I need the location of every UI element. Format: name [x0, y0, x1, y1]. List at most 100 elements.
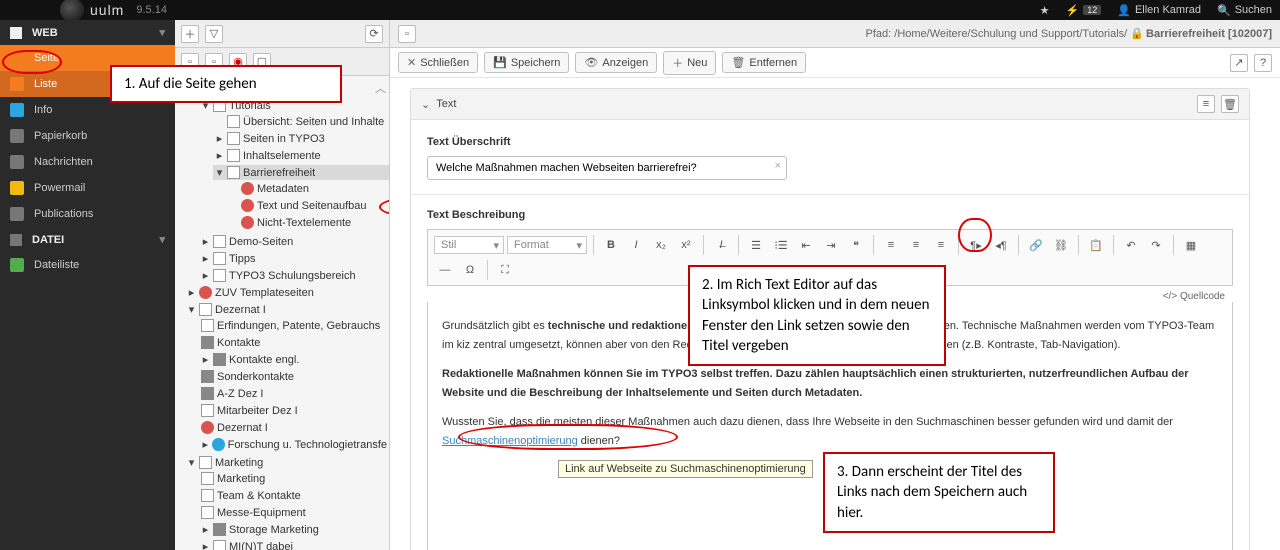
module-group-file[interactable]: DATEI ▾ [0, 227, 175, 252]
hidden-page-icon [241, 182, 254, 195]
list-unordered-icon[interactable]: ⁝☰ [770, 234, 792, 256]
ce-header[interactable]: ⌄ Text ≡ 🗑 [411, 89, 1249, 120]
superscript-icon[interactable]: x² [675, 234, 697, 256]
tree-node[interactable]: Kontakte [199, 335, 389, 350]
rte-paragraph[interactable]: Wussten Sie, dass die meisten dieser Maß… [442, 412, 1218, 450]
new-page-button[interactable]: ＋ [181, 25, 199, 43]
ce-toggle-icon[interactable]: ≡ [1197, 95, 1215, 113]
tree-node[interactable]: Erfindungen, Patente, Gebrauchs [199, 318, 389, 333]
tree-node[interactable]: Sonderkontakte [199, 369, 389, 384]
redo-icon[interactable]: ↷ [1145, 234, 1167, 256]
tree-node[interactable]: Marketing [199, 471, 389, 486]
tree-node[interactable]: A-Z Dez I [199, 386, 389, 401]
page-icon [213, 235, 226, 248]
ce-delete-icon[interactable]: 🗑 [1221, 95, 1239, 113]
help-button[interactable]: ? [1254, 54, 1272, 72]
tree-node[interactable]: ▸Inhaltselemente [213, 148, 389, 163]
tree-node[interactable]: ▸Storage Marketing [199, 522, 389, 537]
tree-node[interactable]: ▸TYPO3 Schulungsbereich [199, 268, 389, 283]
align-right-icon[interactable]: ≡ [930, 234, 952, 256]
tree-node[interactable]: ▸MI(N)T dabei [199, 539, 389, 550]
unlink-icon[interactable]: ⛓ [1050, 234, 1072, 256]
page-icon [10, 51, 24, 65]
tree-node[interactable]: Nicht-Textelemente [227, 215, 389, 230]
action-bar: ✕Schließen 💾 Speichern 👁Anzeigen ＋Neu 🗑En… [390, 48, 1280, 78]
sidebar-item-powermail[interactable]: Powermail [0, 175, 175, 201]
tree-node[interactable]: Mitarbeiter Dez I [199, 403, 389, 418]
tree-node[interactable]: Dezernat I [199, 420, 389, 435]
view-button[interactable]: 👁Anzeigen [575, 52, 657, 73]
maximize-icon[interactable]: ⛶ [494, 259, 516, 281]
save-icon: 💾 [493, 56, 507, 69]
page-tree[interactable]: ︿ ▸Support ▾Tutorials Übersicht: Seiten … [175, 76, 389, 550]
callout-1: 1. Auf die Seite gehen [110, 65, 342, 103]
page-id: [102007] [1228, 28, 1272, 40]
btn-label: Speichern [511, 57, 561, 69]
folder-icon [201, 370, 214, 383]
sidebar-item-news[interactable]: Nachrichten [0, 149, 175, 175]
sidebar-item-publications[interactable]: Publications [0, 201, 175, 227]
tree-node[interactable]: ▸Demo-Seiten [199, 234, 389, 249]
delete-button[interactable]: 🗑Entfernen [722, 52, 806, 73]
dochead-btn[interactable]: ▫ [398, 25, 416, 43]
sidebar-item-recycler[interactable]: Papierkorb [0, 123, 175, 149]
remove-format-icon[interactable]: I̶ [710, 234, 732, 256]
module-group-web[interactable]: WEB ▾ [0, 20, 175, 45]
paste-icon[interactable]: 📋 [1085, 234, 1107, 256]
bookmark-icon[interactable]: ★ [1040, 4, 1050, 17]
tree-node[interactable]: ▸Kontakte engl. [199, 352, 389, 367]
outdent-icon[interactable]: ⇤ [795, 234, 817, 256]
scroll-up-icon[interactable]: ︿ [375, 80, 386, 96]
subscript-icon[interactable]: x₂ [650, 234, 672, 256]
rte-paragraph[interactable]: Redaktionelle Maßnahmen können Sie im TY… [442, 364, 1218, 402]
share-button[interactable]: ↗ [1230, 54, 1248, 72]
table-icon[interactable]: ▦ [1180, 234, 1202, 256]
tree-label: Sonderkontakte [217, 371, 294, 383]
source-button[interactable]: Quellcode [1163, 291, 1225, 302]
tree-node[interactable]: Team & Kontakte [199, 488, 389, 503]
headline-input[interactable] [427, 156, 787, 180]
close-button[interactable]: ✕Schließen [398, 52, 478, 73]
save-button[interactable]: 💾 Speichern [484, 52, 569, 73]
undo-icon[interactable]: ↶ [1120, 234, 1142, 256]
align-center-icon[interactable]: ≡ [905, 234, 927, 256]
blockquote-icon[interactable]: ❝ [845, 234, 867, 256]
sidebar-item-label: Info [34, 104, 52, 116]
tree-node-selected[interactable]: ▾Barrierefreiheit [213, 165, 389, 180]
new-button[interactable]: ＋Neu [663, 51, 716, 75]
hr-icon[interactable]: — [434, 259, 456, 281]
search-icon[interactable]: 🔍 Suchen [1217, 4, 1272, 17]
tree-node[interactable]: Metadaten [227, 181, 389, 196]
notifications-icon[interactable]: ⚡12 [1066, 4, 1102, 17]
italic-icon[interactable]: I [625, 234, 647, 256]
rte-format-select[interactable]: Format [507, 236, 587, 254]
rte-link[interactable]: Suchmaschinenoptimierung [442, 435, 578, 447]
bold-icon[interactable]: B [600, 234, 622, 256]
ltr-icon[interactable]: ¶▸ [965, 234, 987, 256]
rte-style-select[interactable]: Stil [434, 236, 504, 254]
page-icon [199, 303, 212, 316]
rtl-icon[interactable]: ◂¶ [990, 234, 1012, 256]
link-tooltip: Link auf Webseite zu Suchmaschinenoptimi… [558, 460, 813, 478]
specialchar-icon[interactable]: Ω [459, 259, 481, 281]
link-icon[interactable]: 🔗 [1025, 234, 1047, 256]
tree-node[interactable]: ▾Dezernat I [185, 302, 389, 317]
tree-node[interactable]: ▸ZUV Templateseiten [185, 285, 389, 300]
user-menu[interactable]: 👤 Ellen Kamrad [1117, 4, 1201, 17]
filter-button[interactable]: ▽ [205, 25, 223, 43]
list-ordered-icon[interactable]: ☰ [745, 234, 767, 256]
tree-node[interactable]: Übersicht: Seiten und Inhalte [213, 114, 389, 129]
tree-node[interactable]: ▾Marketing [185, 455, 389, 470]
tree-node[interactable]: Messe-Equipment [199, 505, 389, 520]
tree-node[interactable]: ▸Tipps [199, 251, 389, 266]
align-left-icon[interactable]: ≡ [880, 234, 902, 256]
file-icon [10, 234, 22, 246]
refresh-button[interactable]: ⟳ [365, 25, 383, 43]
sidebar-item-filelist[interactable]: Dateiliste [0, 252, 175, 278]
clear-icon[interactable]: × [775, 160, 781, 172]
tree-node[interactable]: Text und Seitenaufbau [227, 198, 389, 213]
tree-node[interactable]: ▸Forschung u. Technologietransfe [199, 437, 389, 452]
top-bar: uulm 9.5.14 ★ ⚡12 👤 Ellen Kamrad 🔍 Suche… [0, 0, 1280, 20]
tree-node[interactable]: ▸Seiten in TYPO3 [213, 131, 389, 146]
indent-icon[interactable]: ⇥ [820, 234, 842, 256]
